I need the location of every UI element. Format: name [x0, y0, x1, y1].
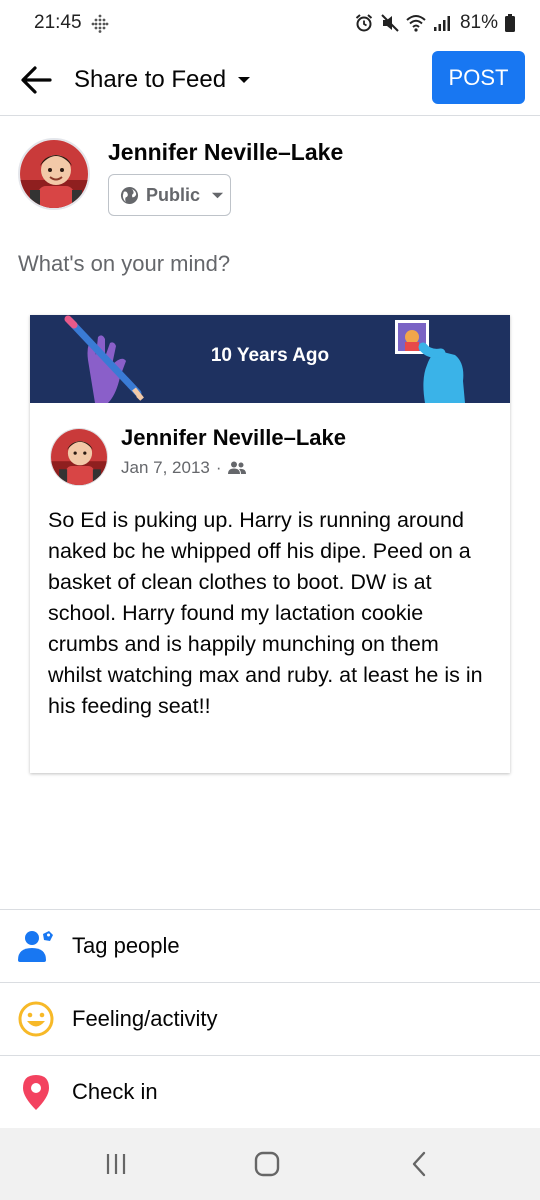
mute-icon [381, 14, 399, 32]
feeling-activity-action[interactable]: Feeling/activity [0, 982, 540, 1055]
composer-input[interactable]: What's on your mind? [18, 251, 230, 277]
author-name: Jennifer Neville–Lake [108, 139, 344, 165]
top-bar: Share to Feed POST [0, 48, 540, 116]
location-pin-icon [23, 1075, 49, 1110]
memory-post-author[interactable]: Jennifer Neville–Lake [121, 425, 346, 451]
status-icons: 81% [354, 10, 516, 36]
globe-icon [120, 186, 139, 204]
tag-people-label: Tag people [72, 933, 180, 958]
tag-people-action[interactable]: Tag people [0, 909, 540, 982]
memory-card: 10 Years Ago Jennifer Neville–Lake Jan 7… [30, 315, 510, 773]
back-nav-icon[interactable] [404, 1148, 436, 1180]
meta-separator: · [215, 458, 222, 477]
check-in-label: Check in [72, 1079, 158, 1104]
check-in-action[interactable]: Check in [0, 1055, 540, 1128]
post-button[interactable]: POST [432, 51, 525, 104]
photo-hand-illustration [395, 320, 465, 403]
share-destination-dropdown[interactable]: Share to Feed [74, 66, 252, 94]
home-icon[interactable] [251, 1148, 283, 1180]
share-title: Share to Feed [74, 66, 227, 93]
caret-down-icon [211, 192, 224, 198]
status-bar: 21:45 81% [0, 0, 540, 48]
recent-apps-icon[interactable] [100, 1148, 132, 1180]
tag-people-icon [18, 931, 53, 962]
audience-selector[interactable]: Public [108, 174, 231, 216]
system-nav-bar [0, 1128, 540, 1200]
dots-grid-icon [91, 14, 109, 33]
feeling-activity-label: Feeling/activity [72, 1006, 218, 1031]
audience-label: Public [146, 184, 201, 205]
back-arrow-icon[interactable] [18, 62, 54, 98]
battery-percent: 81% [459, 12, 498, 33]
smiley-icon [18, 1001, 54, 1037]
memory-post-date[interactable]: Jan 7, 2013 [121, 458, 210, 478]
memory-post-text: So Ed is puking up. Harry is running aro… [48, 508, 483, 718]
alarm-icon [355, 14, 373, 32]
composer-actions: Tag people Feeling/activity Check in [0, 909, 540, 1128]
wifi-icon [406, 15, 426, 32]
friends-icon [227, 461, 246, 474]
memory-banner: 10 Years Ago [30, 315, 510, 403]
signal-icon [433, 16, 450, 31]
caret-down-icon [238, 77, 251, 83]
battery-icon [505, 14, 515, 32]
memory-post-avatar[interactable] [50, 428, 108, 486]
avatar[interactable] [18, 138, 90, 210]
memory-post-meta: Jan 7, 2013 · [121, 458, 246, 478]
status-time: 21:45 [34, 12, 82, 33]
